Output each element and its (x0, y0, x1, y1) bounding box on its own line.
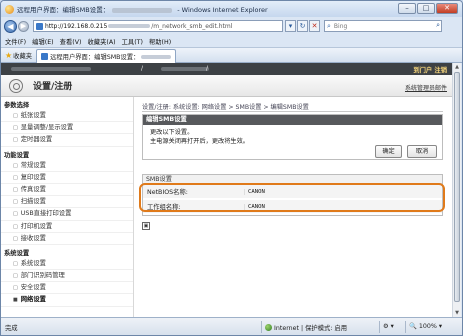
message-line-1: 更改以下设置。 (150, 129, 194, 136)
menu-tools[interactable]: 工具(T) (122, 37, 143, 46)
breadcrumb-divider (142, 111, 443, 112)
menu-edit[interactable]: 编辑(E) (32, 37, 54, 46)
back-button[interactable]: ◀ (4, 19, 17, 33)
sidebar-item-timer[interactable]: 定时器设置 (1, 134, 133, 147)
sidebar-item-fax[interactable]: 传真设置 (1, 184, 133, 197)
cancel-button[interactable]: 取消 (407, 145, 437, 158)
panel-title: 编辑SMB设置 (143, 115, 442, 125)
scroll-thumb[interactable] (454, 72, 460, 302)
sidebar: 参数选择 纸张设置 显量调整/显示设置 定时器设置 功能设置 常规设置 复印设置… (1, 97, 134, 317)
breadcrumb: 设置/注册: 系统设置: 网络设置 > SMB设置 > 编辑SMB设置 (142, 104, 309, 111)
sidebar-item-scan[interactable]: 扫描设置 (1, 196, 133, 209)
refresh-icon[interactable]: ↻ (297, 20, 308, 32)
forward-button[interactable]: ▶ (18, 20, 29, 32)
protected-mode-icon[interactable]: ⚙ ▾ (379, 321, 394, 333)
redacted-device-info (161, 67, 209, 71)
search-go-icon[interactable]: ⌕ (436, 21, 440, 30)
redacted-device-name (11, 67, 91, 71)
address-bar[interactable]: http://192.168.0.215 /m_network_smb_edit… (33, 20, 283, 32)
redacted-tab-text (141, 54, 172, 59)
page-icon (36, 22, 43, 30)
sidebar-item-usb-print[interactable]: USB直接打印设置 (1, 208, 133, 221)
sidebar-item-copy[interactable]: 复印设置 (1, 172, 133, 184)
navigation-row: ◀ ▶ http://192.168.0.215 /m_network_smb_… (1, 17, 462, 35)
minimize-button[interactable]: – (398, 3, 416, 14)
address-path: /m_network_smb_edit.html (151, 22, 233, 30)
window-title-prefix: 远程用户界面：编辑SMB设置： (17, 6, 110, 14)
tab-page-icon (41, 53, 49, 60)
dropdown-icon[interactable]: ▾ (285, 20, 296, 32)
menu-favorites[interactable]: 收藏夹(A) (87, 37, 115, 46)
window-title: 远程用户界面：编辑SMB设置： - Windows Internet Explo… (17, 4, 268, 14)
title-bar: 远程用户界面：编辑SMB设置： - Windows Internet Explo… (1, 1, 462, 17)
scroll-up-icon[interactable]: ▲ (453, 63, 461, 71)
maximize-button[interactable]: □ (417, 3, 435, 14)
portal-logout-link[interactable]: 到门户 注销 (413, 65, 447, 74)
status-done: 完成 (5, 324, 18, 332)
sidebar-item-system[interactable]: 系统设置 (1, 258, 133, 271)
sidebar-section-preferences: 参数选择 (4, 102, 30, 109)
scroll-down-icon[interactable]: ▼ (453, 309, 461, 317)
window-controls: – □ ✕ (398, 3, 458, 14)
search-box[interactable]: ⌕ Bing ⌕ (324, 20, 442, 32)
sidebar-item-paper[interactable]: 纸张设置 (1, 110, 133, 123)
main-area: 设置/注册: 系统设置: 网络设置 > SMB设置 > 编辑SMB设置 编辑SM… (139, 97, 445, 317)
stop-icon[interactable]: ✕ (309, 20, 320, 32)
close-button[interactable]: ✕ (436, 3, 458, 14)
message-line-2: 主电源关闭再打开后，更改将生效。 (150, 138, 249, 145)
search-placeholder: Bing (333, 22, 348, 30)
settings-gear-icon (9, 78, 23, 93)
zoom-level: 100% (418, 323, 437, 330)
menu-help[interactable]: 帮助(H) (149, 37, 171, 46)
window-title-suffix: - Windows Internet Explorer (175, 6, 268, 14)
address-host: http://192.168.0.215 (45, 22, 108, 30)
redacted-address-text (108, 24, 151, 28)
vertical-scrollbar[interactable]: ▲ ▼ (452, 63, 461, 317)
sidebar-item-printer[interactable]: 打印机设置 (1, 221, 133, 233)
page-top-icon[interactable]: ▣ (142, 222, 150, 230)
favorites-bar: ★ 收藏夹 远程用户界面：编辑SMB设置： (1, 47, 462, 63)
security-zone[interactable]: Internet | 保护模式: 启用 (261, 321, 347, 333)
zoom-control[interactable]: 🔍 100% ▾ (405, 321, 442, 333)
menu-view[interactable]: 查看(V) (60, 37, 82, 46)
zone-text: Internet | 保护模式: 启用 (274, 324, 348, 332)
redacted-title-text (112, 7, 173, 13)
page-header: 设置/注册 系统管理员邮件 (1, 75, 453, 97)
page-content: / / 到门户 注销 设置/注册 系统管理员邮件 参数选择 纸张设置 显量调整/… (1, 63, 453, 317)
menu-file[interactable]: 文件(F) (5, 37, 26, 46)
address-tools: ▾ ↻ ✕ (285, 20, 320, 32)
highlight-outline (139, 183, 445, 212)
admin-mail-link[interactable]: 系统管理员邮件 (405, 83, 447, 92)
menu-bar: 文件(F) 编辑(E) 查看(V) 收藏夹(A) 工具(T) 帮助(H) (1, 35, 462, 47)
top-dark-bar: / / 到门户 注销 (1, 63, 453, 75)
sidebar-item-receive[interactable]: 接收设置 (1, 233, 133, 245)
edit-smb-panel: 编辑SMB设置 更改以下设置。 主电源关闭再打开后，更改将生效。 确定 取消 (142, 114, 443, 160)
panel-message: 更改以下设置。 主电源关闭再打开后，更改将生效。 (150, 128, 249, 146)
sidebar-item-network[interactable]: 网络设置 (1, 294, 133, 307)
search-icon: ⌕ (327, 21, 331, 30)
status-bar: 完成 Internet | 保护模式: 启用 ⚙ ▾ 🔍 100% ▾ (1, 317, 462, 335)
sidebar-item-dept-id[interactable]: 部门识别码管理 (1, 270, 133, 283)
internet-globe-icon (265, 323, 272, 331)
sidebar-item-common[interactable]: 常规设置 (1, 160, 133, 172)
ie-app-icon (5, 4, 14, 14)
top-separator-2: / (206, 65, 209, 72)
page-title: 设置/注册 (33, 82, 73, 92)
favorites-label[interactable]: 收藏夹 (13, 51, 32, 60)
ok-button[interactable]: 确定 (375, 145, 402, 158)
favorites-star-icon[interactable]: ★ (5, 51, 12, 60)
sidebar-section-system: 系统设置 (4, 249, 30, 257)
browser-tab[interactable]: 远程用户界面：编辑SMB设置： (36, 49, 177, 63)
top-separator-1: / (141, 65, 144, 72)
sidebar-item-display[interactable]: 显量调整/显示设置 (1, 122, 133, 135)
sidebar-section-functions: 功能设置 (4, 151, 30, 159)
sidebar-item-security[interactable]: 安全设置 (1, 282, 133, 295)
browser-window: 远程用户界面：编辑SMB设置： - Windows Internet Explo… (0, 0, 463, 336)
tab-label: 远程用户界面：编辑SMB设置： (50, 54, 140, 61)
